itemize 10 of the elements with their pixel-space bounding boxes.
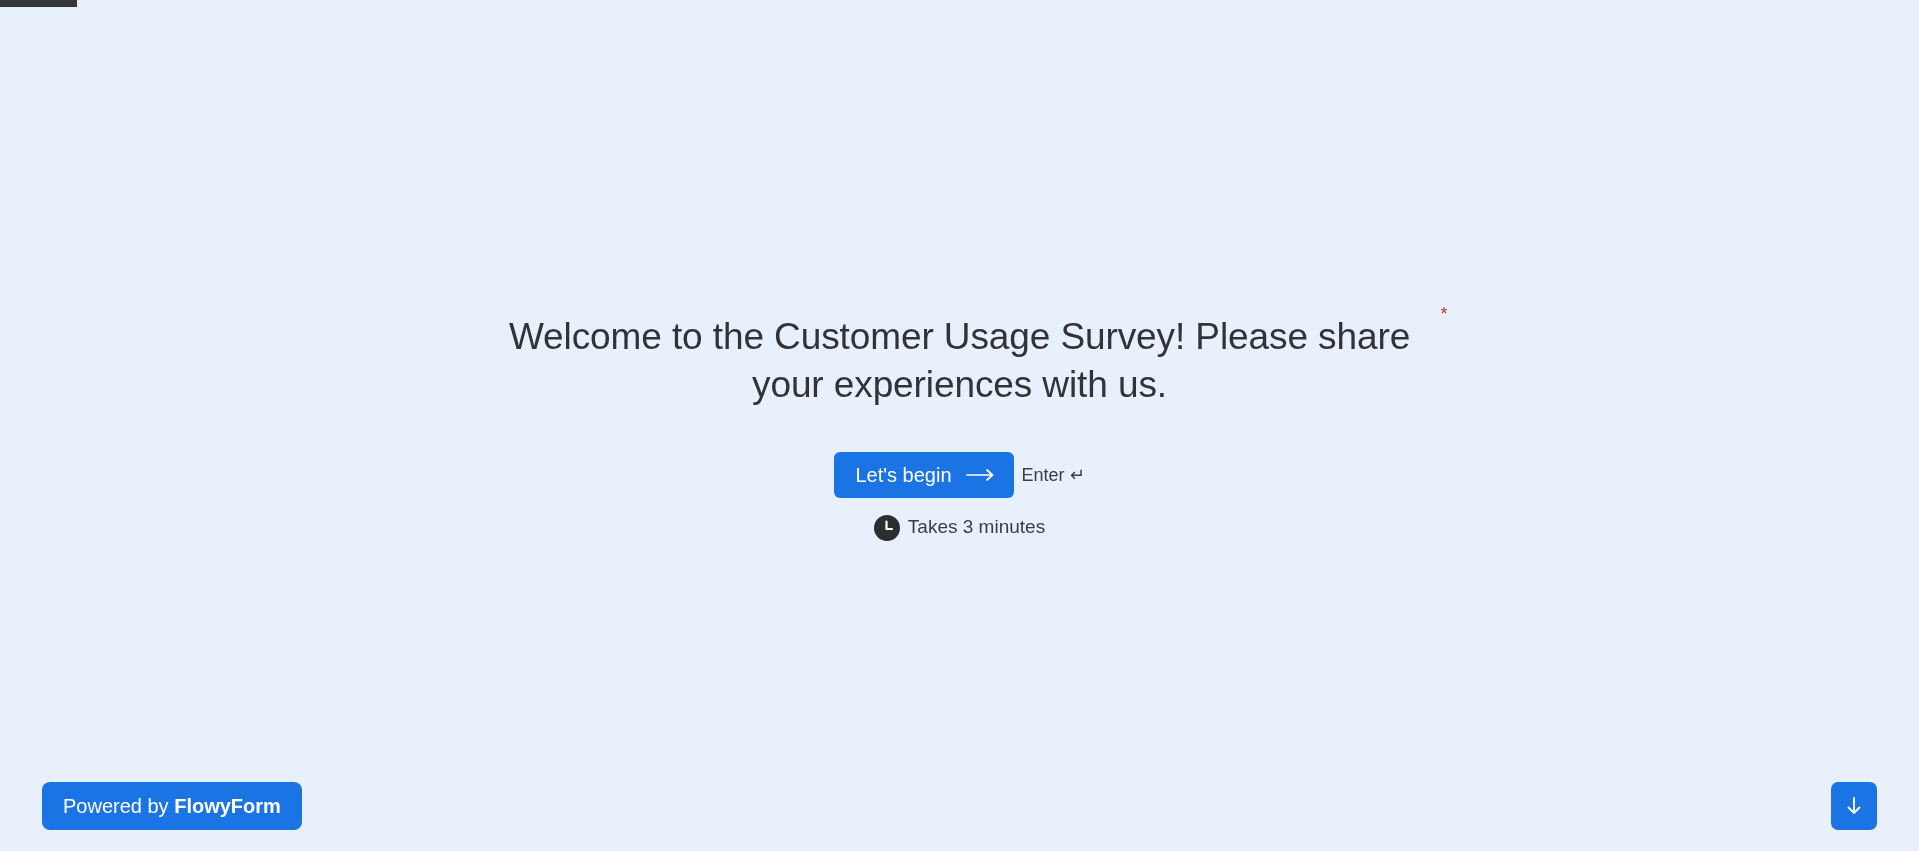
duration-text: Takes 3 minutes: [907, 515, 1046, 540]
start-button[interactable]: Let's begin: [834, 452, 1014, 499]
enter-key-hint: Enter ↵: [1021, 463, 1085, 487]
powered-by-link[interactable]: Powered by FlowyForm: [42, 782, 302, 830]
clock-icon: [873, 514, 900, 541]
scroll-down-button[interactable]: [1831, 782, 1877, 830]
arrow-right-icon: [965, 469, 994, 482]
arrow-down-icon: [1847, 797, 1861, 815]
welcome-heading: Welcome to the Customer Usage Survey! Please share your experiences with us.: [507, 315, 1412, 408]
required-asterisk: *: [1440, 305, 1448, 324]
